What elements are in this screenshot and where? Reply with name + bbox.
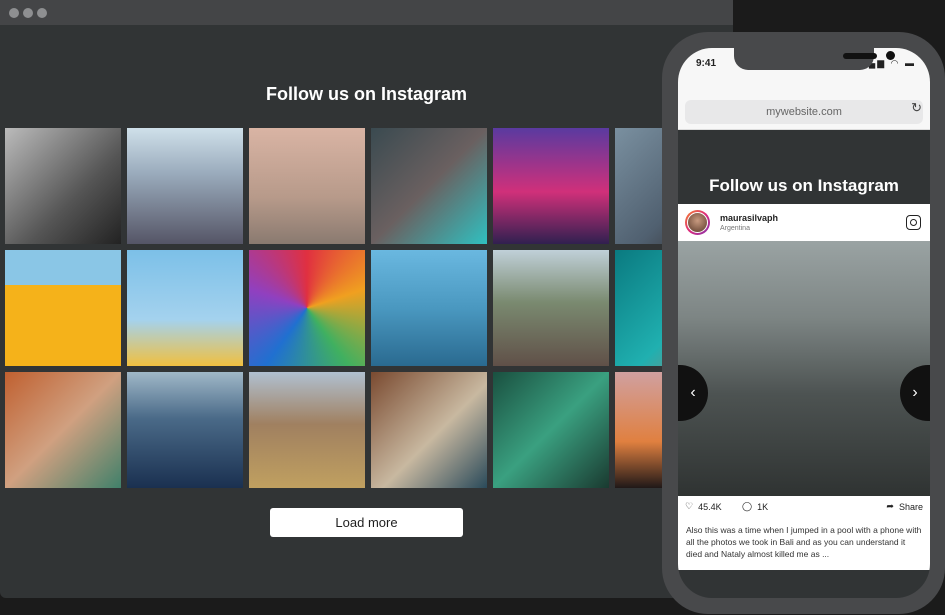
- window-maximize-dot[interactable]: [37, 7, 47, 18]
- grid-photo[interactable]: [127, 128, 243, 244]
- grid-photo[interactable]: [371, 372, 487, 488]
- comment-count: 1K: [757, 501, 769, 512]
- share-label: Share: [898, 501, 923, 512]
- grid-photo[interactable]: [249, 128, 365, 244]
- post-image[interactable]: ‹ ›: [678, 241, 930, 496]
- grid-photo[interactable]: [127, 372, 243, 488]
- phone-notch: [734, 48, 895, 70]
- post-location: Argentina: [720, 225, 750, 232]
- like-button[interactable]: ♡ 45.4K: [685, 501, 722, 512]
- grid-photo[interactable]: [5, 128, 121, 244]
- like-count: 45.4K: [698, 501, 722, 512]
- next-post-button[interactable]: ›: [900, 365, 930, 421]
- desktop-browser-window: Follow us on Instagram Load more: [0, 0, 733, 598]
- chevron-left-icon: ‹: [690, 384, 696, 401]
- window-minimize-dot[interactable]: [23, 7, 33, 18]
- grid-photo[interactable]: [493, 128, 609, 244]
- mobile-url-bar: mywebsite.com ↻: [678, 96, 930, 130]
- mobile-phone-frame: 9:41 ▂▄▆ ◠ ▬ mywebsite.com ↻ Follow us o…: [662, 32, 945, 614]
- browser-title-bar: [0, 0, 733, 25]
- post-username[interactable]: maurasilvaph: [720, 213, 778, 223]
- grid-photo[interactable]: [5, 372, 121, 488]
- load-more-button[interactable]: Load more: [270, 508, 463, 537]
- grid-photo[interactable]: [249, 250, 365, 366]
- comment-button[interactable]: ◯ 1K: [742, 501, 768, 512]
- instagram-icon[interactable]: [906, 215, 921, 230]
- url-field[interactable]: mywebsite.com: [685, 100, 923, 124]
- share-icon: ➦: [886, 501, 894, 511]
- speaker-icon: [843, 53, 877, 59]
- mobile-feed-title: Follow us on Instagram: [709, 176, 899, 195]
- grid-photo[interactable]: [371, 250, 487, 366]
- post-header: maurasilvaph Argentina: [678, 204, 930, 241]
- avatar[interactable]: [685, 210, 710, 235]
- chevron-right-icon: ›: [912, 384, 918, 401]
- grid-photo[interactable]: [5, 250, 121, 366]
- grid-photo[interactable]: [493, 372, 609, 488]
- desktop-feed-title: Follow us on Instagram: [265, 84, 467, 104]
- post-actions: ♡ 45.4K ◯ 1K ➦ Share: [678, 496, 930, 520]
- camera-icon: [886, 51, 895, 60]
- share-button[interactable]: ➦ Share: [886, 501, 923, 512]
- status-time: 9:41: [696, 58, 717, 69]
- grid-photo[interactable]: [371, 128, 487, 244]
- instagram-grid: [5, 128, 731, 488]
- phone-screen: 9:41 ▂▄▆ ◠ ▬ mywebsite.com ↻ Follow us o…: [678, 48, 930, 598]
- reload-icon[interactable]: ↻: [911, 100, 922, 116]
- grid-photo[interactable]: [493, 250, 609, 366]
- grid-photo[interactable]: [127, 250, 243, 366]
- window-close-dot[interactable]: [9, 7, 19, 18]
- previous-post-button[interactable]: ‹: [678, 365, 708, 421]
- grid-photo[interactable]: [249, 372, 365, 488]
- instagram-post-card: maurasilvaph Argentina ‹ › ♡ 45.4K ◯ 1K ➦ S…: [678, 204, 930, 570]
- comment-icon: ◯: [742, 501, 753, 511]
- url-text: mywebsite.com: [766, 106, 842, 118]
- heart-icon: ♡: [685, 501, 694, 511]
- post-caption: Also this was a time when I jumped in a …: [686, 525, 922, 559]
